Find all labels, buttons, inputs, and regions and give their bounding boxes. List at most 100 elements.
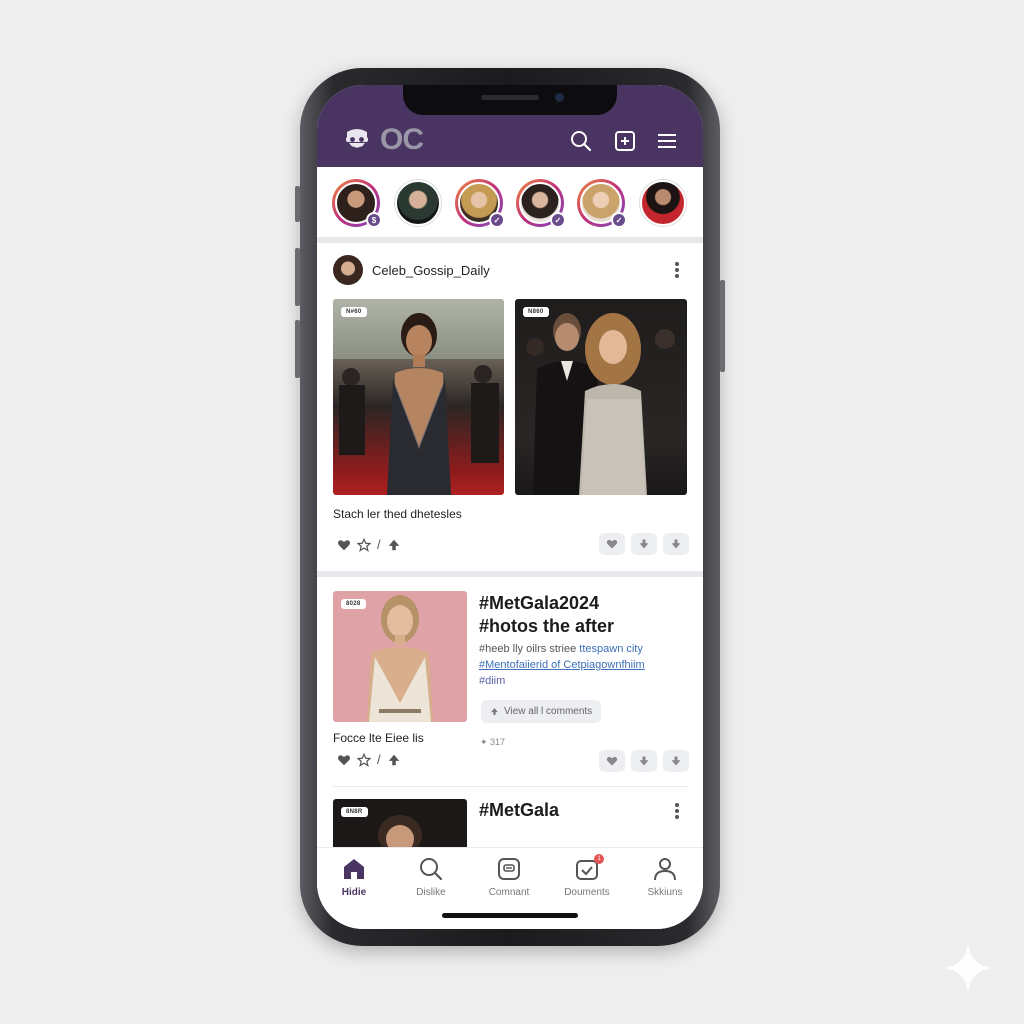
add-post-icon[interactable] [613, 129, 637, 153]
reaction-separator: / [377, 537, 381, 552]
heart-icon[interactable] [337, 538, 351, 552]
action-buttons [599, 533, 689, 555]
reaction-row: / [337, 752, 401, 767]
post-caption: Focce lte Eiee lis [333, 731, 424, 745]
download-button[interactable] [663, 750, 689, 772]
power-button [720, 280, 725, 372]
nav-label: Dislike [416, 887, 446, 898]
post-photo[interactable]: N860 [515, 299, 687, 495]
photo-tag: N860 [523, 307, 549, 317]
story-badge: $ [366, 212, 382, 228]
downvote-button[interactable] [631, 533, 657, 555]
logo-mask-icon [346, 129, 368, 150]
upvote-icon [491, 708, 498, 715]
more-options-icon[interactable] [670, 801, 684, 821]
arrow-down-icon [671, 756, 681, 766]
mute-switch [295, 186, 300, 222]
like-button[interactable] [599, 533, 625, 555]
nav-profile[interactable]: Skkiuns [630, 856, 700, 898]
body-link[interactable]: ttespawn city [579, 643, 643, 655]
star-icon[interactable] [357, 752, 371, 767]
post-headline: #MetGala2024 #hotos the after [479, 592, 614, 638]
story-avatar[interactable]: ✓ [577, 179, 627, 228]
more-options-icon[interactable] [670, 260, 684, 280]
arrow-down-icon [639, 539, 649, 549]
section-separator [317, 237, 703, 243]
reaction-separator: / [377, 752, 381, 767]
body-line: #heeb lly oilrs striee ttespawn city [479, 641, 645, 657]
arrow-down-icon [639, 756, 649, 766]
post-author-avatar[interactable] [333, 255, 363, 285]
download-button[interactable] [663, 533, 689, 555]
menu-icon[interactable] [655, 129, 679, 153]
heart-icon [606, 756, 618, 766]
story-badge: ✓ [550, 212, 566, 228]
nav-label: Skkiuns [647, 887, 683, 898]
heart-icon [606, 539, 618, 549]
body-text: #heeb lly oilrs striee [479, 643, 580, 655]
story-avatar[interactable]: ✓ [455, 179, 505, 228]
search-icon [420, 858, 443, 881]
body-link[interactable]: #Mentofaiierid of Cetpiagownfhiim [479, 657, 645, 673]
gala-gown-image [367, 595, 433, 722]
couple-red-carpet-image [526, 313, 675, 495]
phone-screen: OC $ ✓ ✓ ✓ Celeb_Gossip_Daily N#60 N860 … [317, 85, 703, 929]
profile-icon [654, 858, 676, 881]
story-badge: ✓ [489, 212, 505, 228]
avatar [640, 180, 686, 226]
heart-icon[interactable] [337, 753, 351, 767]
story-avatar[interactable]: $ [332, 179, 382, 228]
home-icon [344, 859, 364, 879]
story-avatar[interactable]: ✓ [516, 179, 566, 228]
comment-icon [498, 858, 520, 880]
photo-tag: N#60 [341, 307, 367, 317]
stories-row: $ ✓ ✓ ✓ [317, 167, 703, 237]
notch [403, 85, 617, 115]
post-body: #heeb lly oilrs striee ttespawn city #Me… [479, 641, 645, 689]
post-headline: #MetGala [479, 800, 560, 820]
search-icon[interactable] [569, 129, 593, 153]
story-avatar[interactable] [639, 179, 687, 227]
nav-dislike[interactable]: Dislike [396, 856, 466, 898]
nav-comment[interactable]: Comnant [474, 856, 544, 898]
thumb-icon: ✦ [480, 737, 491, 747]
nav-label: Hidie [341, 887, 367, 898]
reaction-row: / [337, 537, 401, 552]
post-photo[interactable]: 8028 [333, 591, 467, 722]
meta-count: 317 [490, 737, 506, 747]
nav-label: Douments [564, 887, 610, 898]
post-caption: Stach ler thed dhetesles [333, 507, 462, 521]
upvote-icon[interactable] [387, 753, 401, 767]
home-indicator[interactable] [442, 913, 578, 918]
story-badge: ✓ [611, 212, 627, 228]
post-meta: ✦ 317 [480, 737, 505, 748]
volume-down-button [295, 320, 300, 378]
post-photo[interactable]: N#60 [333, 299, 504, 495]
avatar [395, 180, 441, 226]
arrow-down-icon [671, 539, 681, 549]
nav-label: Comnant [488, 887, 530, 898]
speaker [481, 95, 539, 100]
downvote-button[interactable] [631, 750, 657, 772]
front-camera [555, 93, 564, 102]
action-buttons [599, 750, 689, 772]
nav-documents[interactable]: 1 Douments [552, 854, 622, 898]
like-button[interactable] [599, 750, 625, 772]
story-avatar[interactable] [394, 179, 442, 227]
divider [333, 786, 687, 787]
notification-badge: 1 [594, 854, 604, 864]
headline-line: #hotos the after [479, 616, 615, 636]
photo-tag: 8028 [341, 599, 366, 609]
hashtag-link[interactable]: #diim [479, 673, 645, 689]
view-comments-button[interactable]: View all l comments [481, 700, 602, 723]
nav-home[interactable]: Hidie [319, 856, 389, 898]
app-logo-text[interactable]: OC [380, 123, 424, 157]
photo-tag: 8N8R [341, 807, 368, 817]
phone-frame: OC $ ✓ ✓ ✓ Celeb_Gossip_Daily N#60 N860 … [295, 68, 725, 946]
post-username[interactable]: Celeb_Gossip_Daily [372, 263, 490, 278]
headline-line: #MetGala2024 [479, 593, 600, 613]
red-carpet-dress-image [333, 299, 504, 495]
upvote-icon[interactable] [387, 538, 401, 552]
star-icon[interactable] [357, 537, 371, 552]
section-separator [317, 571, 703, 577]
